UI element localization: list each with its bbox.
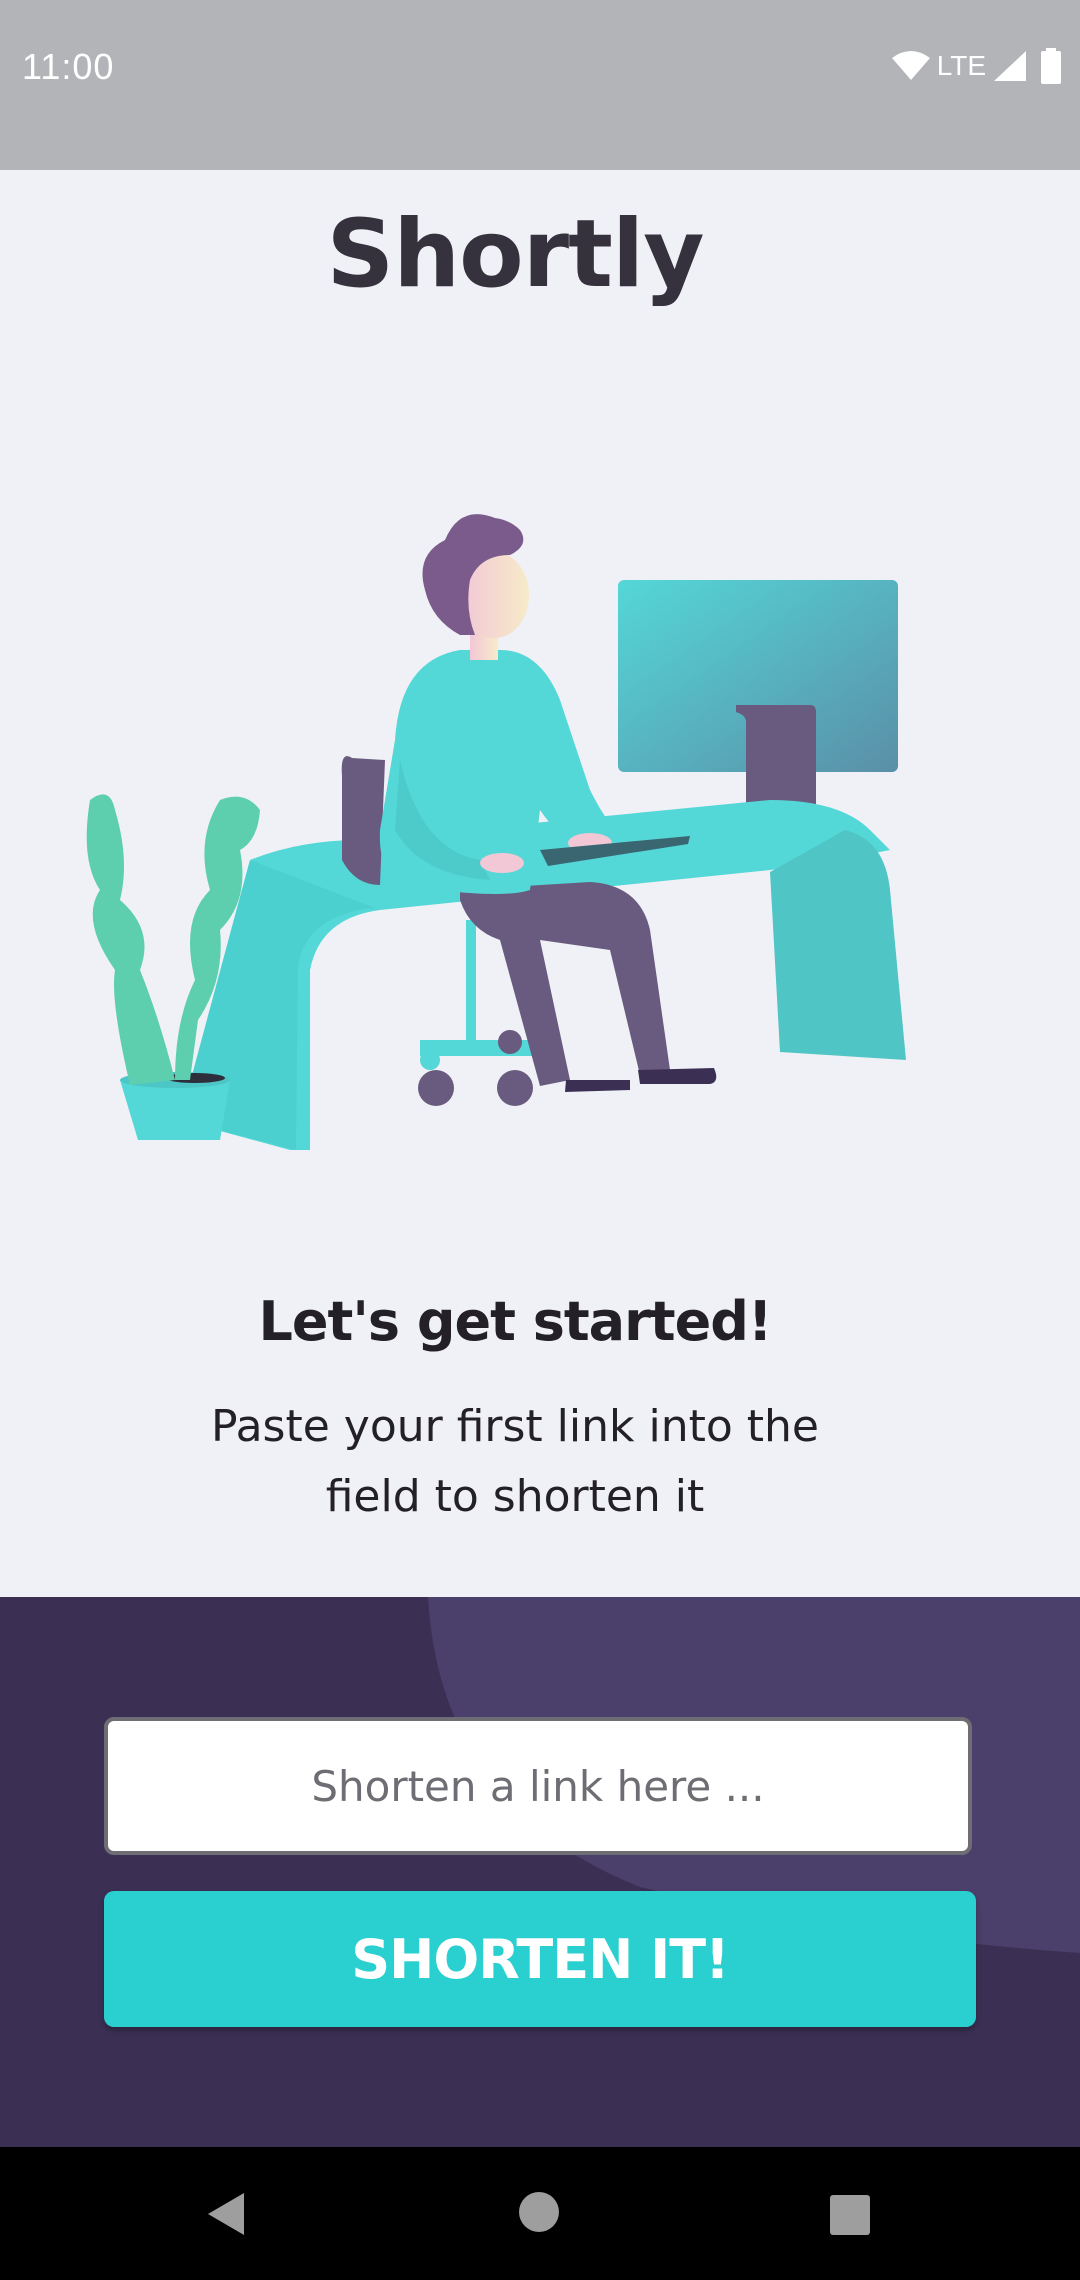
signal-icon	[992, 49, 1028, 83]
app-title: Shortly	[326, 200, 705, 309]
status-time: 11:00	[22, 46, 115, 87]
shorten-panel: SHORTEN IT!	[0, 1597, 1080, 2147]
status-icons: LTE	[891, 46, 1062, 86]
recents-icon[interactable]	[830, 2195, 870, 2239]
network-type: LTE	[936, 50, 986, 81]
status-bar: 11:00 LTE	[0, 0, 1080, 170]
plant-pot	[120, 1080, 230, 1140]
home-icon[interactable]	[518, 2191, 560, 2237]
navigation-bar	[0, 2147, 1080, 2280]
onboarding-subtitle: Paste your first link into the field to …	[211, 1401, 819, 1522]
chair	[341, 756, 385, 885]
onboarding-headline: Let's get started!	[258, 1290, 773, 1353]
back-icon[interactable]	[204, 2191, 248, 2241]
link-input[interactable]	[104, 1717, 972, 1855]
wifi-icon	[891, 50, 931, 82]
shorten-button[interactable]: SHORTEN IT!	[104, 1891, 976, 2027]
plant	[86, 794, 175, 1085]
battery-icon	[1040, 48, 1062, 84]
working-illustration	[86, 514, 906, 1150]
panel-background-shape	[428, 1597, 1080, 1953]
